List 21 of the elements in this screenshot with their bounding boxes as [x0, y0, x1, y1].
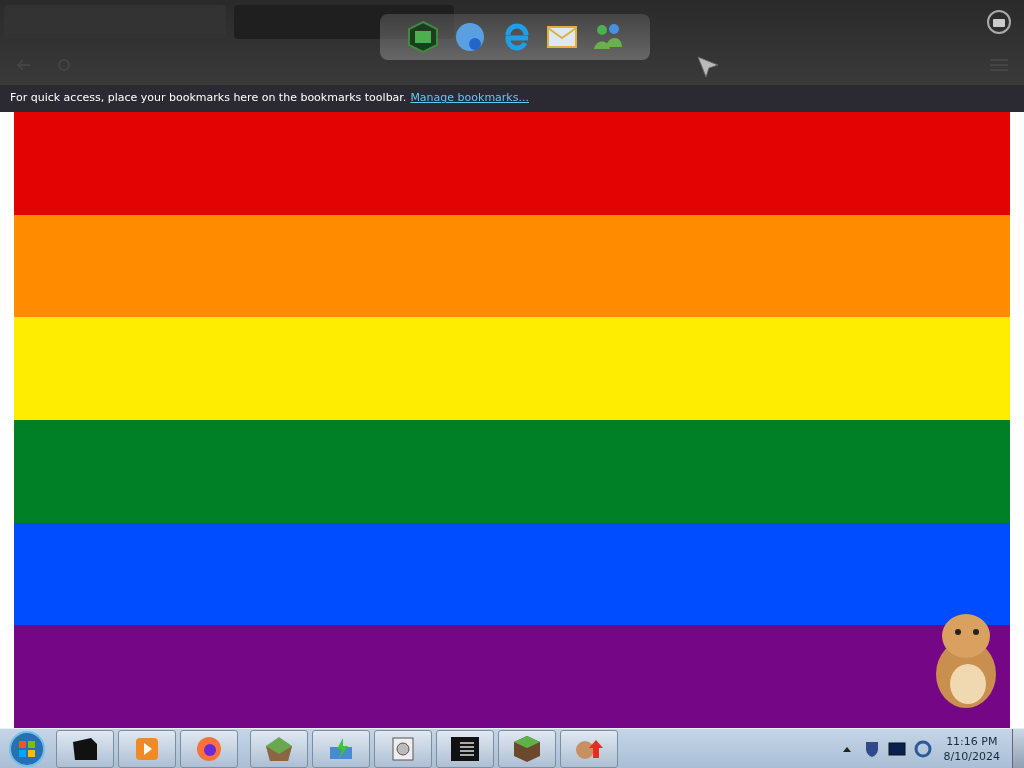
text-lines-icon	[450, 735, 480, 762]
taskbar-button[interactable]	[498, 729, 556, 768]
clock-date: 8/10/2024	[943, 748, 1000, 764]
manage-bookmarks-link[interactable]: Manage bookmarks...	[410, 90, 529, 107]
taskbar-button[interactable]	[56, 729, 114, 768]
lightning-icon	[328, 736, 354, 761]
show-desktop-button[interactable]	[1012, 729, 1024, 768]
bookmarks-message: For quick access, place your bookmarks here on the bookmarks toolbar.	[10, 90, 407, 107]
taskbar-button[interactable]	[436, 729, 494, 768]
monitor-icon[interactable]	[887, 741, 906, 756]
play-icon	[135, 736, 159, 761]
cube-icon[interactable]	[405, 19, 441, 55]
cursor-icon	[696, 55, 720, 79]
pentagon-block-icon	[264, 734, 294, 763]
grass-block-icon	[512, 733, 542, 764]
globe-icon[interactable]	[453, 20, 487, 54]
clock-time: 11:16 PM	[946, 733, 998, 749]
browser-tab[interactable]	[234, 5, 454, 39]
start-orb-icon[interactable]	[8, 729, 46, 768]
box-icon	[71, 735, 99, 762]
shield-icon[interactable]	[863, 739, 880, 758]
